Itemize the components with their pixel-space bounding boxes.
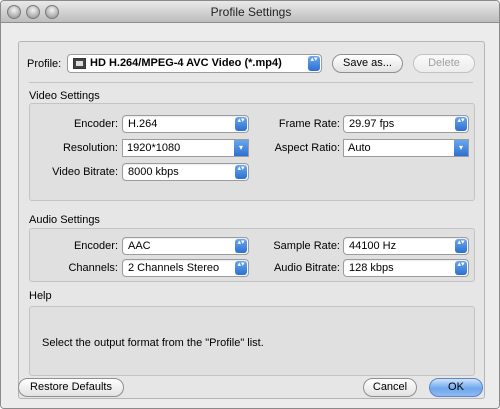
- channels-select[interactable]: 2 Channels Stereo ▴▾: [122, 259, 249, 277]
- video-bitrate-select[interactable]: 8000 kbps ▴▾: [122, 163, 249, 181]
- frame-rate-select[interactable]: 29.97 fps ▴▾: [343, 115, 469, 133]
- video-settings-group: Encoder: H.264 ▴▾ Resolution: 1920*1080 …: [29, 103, 475, 201]
- dialog-content: Profile: HD H.264/MPEG-4 AVC Video (*.mp…: [1, 23, 499, 408]
- frame-rate-label: Frame Rate:: [278, 118, 340, 130]
- profile-label: Profile:: [27, 58, 62, 70]
- help-box: Select the output format from the "Profi…: [29, 306, 475, 376]
- profile-settings-window: Profile Settings Profile: HD H.264/MPEG-…: [0, 0, 500, 409]
- settings-panel: Profile: HD H.264/MPEG-4 AVC Video (*.mp…: [18, 41, 485, 399]
- video-encoder-select[interactable]: H.264 ▴▾: [122, 115, 249, 133]
- aspect-ratio-combobox[interactable]: Auto ▾: [343, 139, 469, 157]
- audio-bitrate-select[interactable]: 128 kbps ▴▾: [343, 259, 469, 277]
- window-title: Profile Settings: [210, 5, 292, 19]
- audio-bitrate-label: Audio Bitrate:: [273, 262, 340, 274]
- profile-dropdown[interactable]: HD H.264/MPEG-4 AVC Video (*.mp4) ▴▾: [67, 54, 322, 73]
- chevron-down-icon: ▾: [454, 140, 468, 156]
- resolution-value: 1920*1080: [127, 142, 181, 154]
- restore-defaults-button[interactable]: Restore Defaults: [18, 378, 124, 397]
- dropdown-arrows-icon: ▴▾: [455, 239, 467, 253]
- resolution-combobox[interactable]: 1920*1080 ▾: [122, 139, 249, 157]
- save-as-button[interactable]: Save as...: [332, 54, 403, 73]
- audio-encoder-value: AAC: [128, 240, 151, 252]
- dropdown-arrows-icon: ▴▾: [235, 239, 247, 253]
- profile-value: HD H.264/MPEG-4 AVC Video (*.mp4): [90, 57, 282, 69]
- channels-value: 2 Channels Stereo: [128, 262, 220, 274]
- channels-label: Channels:: [68, 262, 118, 274]
- sample-rate-label: Sample Rate:: [273, 240, 340, 252]
- dropdown-arrows-icon: ▴▾: [235, 261, 247, 275]
- audio-settings-group: Encoder: AAC ▴▾ Channels: 2 Channels Ste…: [29, 228, 475, 282]
- sample-rate-select[interactable]: 44100 Hz ▴▾: [343, 237, 469, 255]
- frame-rate-value: 29.97 fps: [349, 118, 395, 130]
- help-title: Help: [29, 290, 52, 302]
- aspect-ratio-value: Auto: [348, 142, 371, 154]
- ok-button[interactable]: OK: [429, 378, 483, 397]
- dropdown-arrows-icon: ▴▾: [308, 56, 320, 71]
- delete-button[interactable]: Delete: [413, 54, 475, 73]
- video-settings-title: Video Settings: [29, 90, 100, 102]
- dropdown-arrows-icon: ▴▾: [455, 261, 467, 275]
- audio-bitrate-value: 128 kbps: [349, 262, 394, 274]
- sample-rate-value: 44100 Hz: [349, 240, 397, 252]
- cancel-button[interactable]: Cancel: [363, 378, 417, 397]
- help-text: Select the output format from the "Profi…: [42, 337, 264, 349]
- dropdown-arrows-icon: ▴▾: [235, 165, 247, 179]
- title-bar: Profile Settings: [1, 1, 499, 23]
- resolution-label: Resolution:: [62, 142, 118, 154]
- separator: [29, 82, 473, 83]
- video-format-icon: [73, 58, 86, 69]
- dropdown-arrows-icon: ▴▾: [455, 117, 467, 131]
- video-bitrate-label: Video Bitrate:: [52, 166, 118, 178]
- dropdown-arrows-icon: ▴▾: [235, 117, 247, 131]
- chevron-down-icon: ▾: [234, 140, 248, 156]
- video-bitrate-value: 8000 kbps: [128, 166, 179, 178]
- audio-encoder-select[interactable]: AAC ▴▾: [122, 237, 249, 255]
- video-encoder-value: H.264: [128, 118, 158, 130]
- audio-settings-title: Audio Settings: [29, 214, 100, 226]
- audio-encoder-label: Encoder:: [73, 240, 118, 252]
- aspect-ratio-label: Aspect Ratio:: [274, 142, 340, 154]
- video-encoder-label: Encoder:: [73, 118, 118, 130]
